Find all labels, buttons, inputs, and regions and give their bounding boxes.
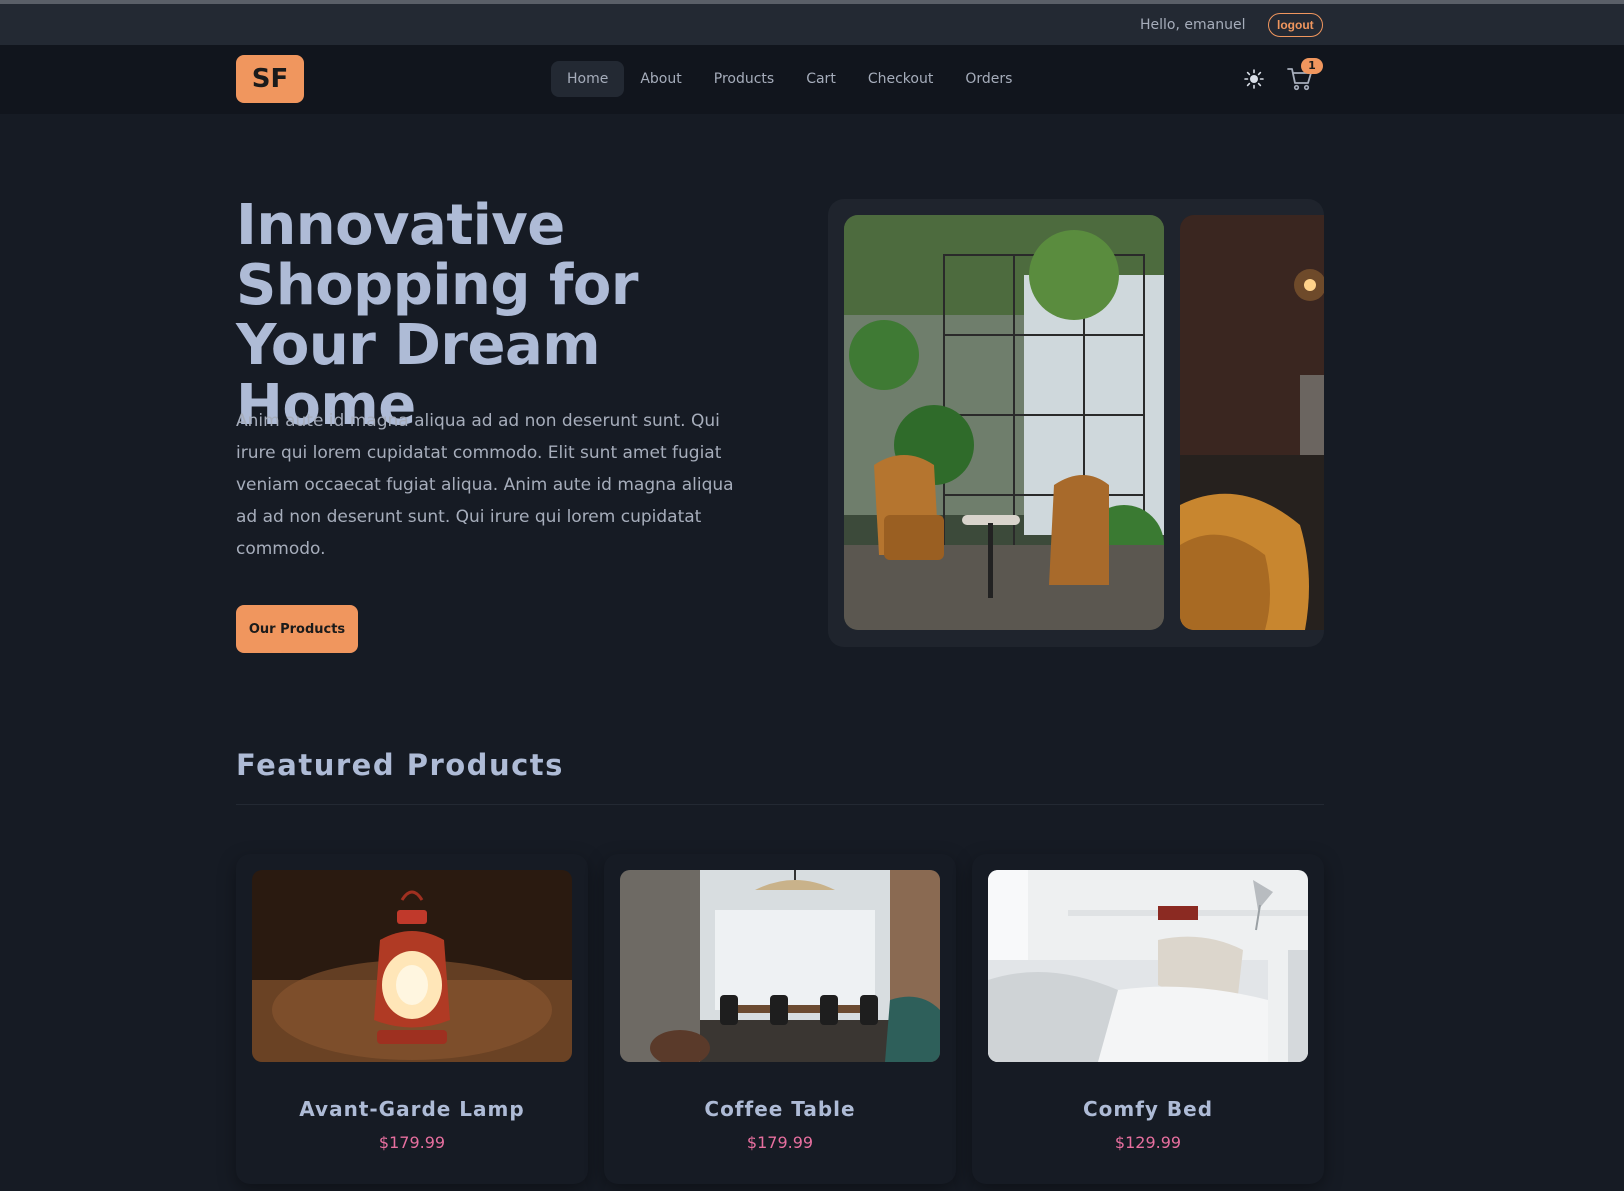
product-name: Avant-Garde Lamp xyxy=(299,1097,525,1121)
product-image-lamp xyxy=(252,870,572,1062)
hero-carousel[interactable] xyxy=(828,199,1324,647)
product-name: Coffee Table xyxy=(704,1097,856,1121)
product-price: $129.99 xyxy=(1114,1133,1182,1152)
nav-links: Home About Products Cart Checkout Orders xyxy=(551,61,1028,97)
product-price: $179.99 xyxy=(746,1133,814,1152)
nav-link-products[interactable]: Products xyxy=(698,61,790,97)
featured-products-title: Featured Products xyxy=(236,748,564,782)
greeting-text: Hello, emanuel xyxy=(1140,17,1246,33)
nav-link-home[interactable]: Home xyxy=(551,61,625,97)
our-products-button[interactable]: Our Products xyxy=(236,605,358,653)
carousel-image-cafe xyxy=(844,215,1164,630)
carousel-image-chair xyxy=(1180,215,1324,630)
nav-link-orders[interactable]: Orders xyxy=(949,61,1028,97)
product-card-lamp[interactable]: Avant-Garde Lamp $179.99 xyxy=(236,854,588,1184)
product-card-bed[interactable]: Comfy Bed $129.99 xyxy=(972,854,1324,1184)
nav-link-checkout[interactable]: Checkout xyxy=(852,61,950,97)
logout-button[interactable]: logout xyxy=(1268,13,1323,37)
hero-description: Anim aute id magna aliqua ad ad non dese… xyxy=(236,411,734,559)
cart-count-badge: 1 xyxy=(1301,58,1323,74)
product-name: Comfy Bed xyxy=(1082,1097,1214,1121)
sun-icon[interactable] xyxy=(1242,67,1266,91)
logo[interactable]: SF xyxy=(236,55,304,103)
product-image-bed xyxy=(988,870,1308,1062)
product-image-coffee-table xyxy=(620,870,940,1062)
product-card-coffee-table[interactable]: Coffee Table $179.99 xyxy=(604,854,956,1184)
main-navbar: SF Home About Products Cart Checkout Ord… xyxy=(0,45,1624,114)
product-price: $179.99 xyxy=(378,1133,446,1152)
nav-link-about[interactable]: About xyxy=(624,61,697,97)
nav-link-cart[interactable]: Cart xyxy=(790,61,852,97)
top-bar: Hello, emanuel logout xyxy=(0,4,1624,45)
hero-title: Innovative Shopping for Your Dream Home xyxy=(236,193,638,438)
section-divider xyxy=(236,804,1324,805)
